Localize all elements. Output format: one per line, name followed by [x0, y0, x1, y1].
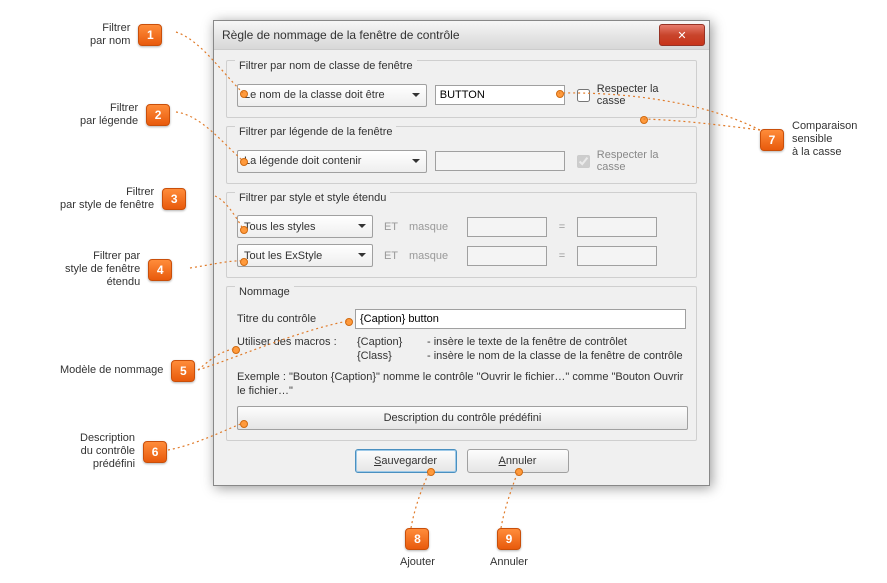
- callout-2: Filtrer par légende 2: [80, 102, 170, 128]
- callout-9-text: Annuler: [490, 556, 528, 568]
- exstyle-value-input: [577, 246, 657, 266]
- save-label-rest: auvegarder: [381, 455, 437, 467]
- group-filter-class: Filtrer par nom de classe de fenêtre Le …: [226, 60, 697, 118]
- titlebar: Règle de nommage de la fenêtre de contrô…: [214, 21, 709, 50]
- marker-9: [515, 468, 523, 476]
- callout-8-text: Ajouter: [400, 556, 435, 568]
- control-title-label: Titre du contrôle: [237, 313, 347, 325]
- exstyle-mode-select[interactable]: Tout les ExStyle: [237, 244, 373, 267]
- callout-1-text: Filtrer par nom: [90, 22, 130, 48]
- marker-1: [240, 90, 248, 98]
- marker-5b: [232, 346, 240, 354]
- caption-case-label: Respecter la casse: [597, 149, 686, 173]
- group-filter-class-title: Filtrer par nom de classe de fenêtre: [235, 60, 417, 72]
- callout-6: Description du contrôle prédéfini 6: [80, 432, 167, 472]
- style-mode-value: Tous les styles: [244, 221, 316, 233]
- exstyle-mask-input: [467, 246, 547, 266]
- dialog-title: Règle de nommage de la fenêtre de contrô…: [222, 28, 659, 42]
- macro-label: Utiliser des macros :: [237, 335, 357, 349]
- callout-1-badge: 1: [138, 24, 162, 46]
- callout-8-badge: 8: [405, 528, 429, 550]
- caption-case-checkbox: [577, 155, 590, 168]
- preset-description-label: Description du contrôle prédéfini: [384, 412, 542, 424]
- caption-match-mode-select[interactable]: La légende doit contenir: [237, 150, 427, 173]
- cancel-mnemonic: A: [499, 455, 506, 467]
- callout-5-badge: 5: [171, 360, 195, 382]
- group-naming-title: Nommage: [235, 286, 294, 298]
- class-match-mode-select[interactable]: Le nom de la classe doit être: [237, 84, 427, 107]
- callout-2-badge: 2: [146, 104, 170, 126]
- marker-4: [240, 258, 248, 266]
- callout-6-badge: 6: [143, 441, 167, 463]
- callout-8: 8 Ajouter: [400, 528, 435, 568]
- macro-help-block: Utiliser des macros : {Caption} - insère…: [237, 335, 686, 364]
- callout-9-badge: 9: [497, 528, 521, 550]
- naming-example-text: Exemple : "Bouton {Caption}" nomme le co…: [237, 370, 686, 399]
- style-mask-input: [467, 217, 547, 237]
- exstyle-mode-value: Tout les ExStyle: [244, 250, 322, 262]
- macro-class-name: {Class}: [357, 349, 427, 363]
- style-conj-label: ET: [381, 221, 401, 233]
- callout-3-text: Filtrer par style de fenêtre: [60, 186, 154, 212]
- group-filter-style-title: Filtrer par style et style étendu: [235, 192, 390, 204]
- class-case-checkbox[interactable]: [577, 89, 590, 102]
- marker-7b: [640, 116, 648, 124]
- caption-value-input: [435, 151, 565, 171]
- callout-4: Filtrer par style de fenêtre étendu 4: [65, 250, 172, 290]
- dialog-body: Filtrer par nom de classe de fenêtre Le …: [214, 50, 709, 485]
- class-case-checkbox-wrap[interactable]: Respecter la casse: [573, 83, 686, 107]
- close-button[interactable]: ✕: [659, 24, 705, 46]
- style-value-input: [577, 217, 657, 237]
- style-mask-label: masque: [409, 221, 459, 233]
- class-name-input[interactable]: [435, 85, 565, 105]
- callout-6-text: Description du contrôle prédéfini: [80, 432, 135, 472]
- control-title-input[interactable]: [355, 309, 686, 329]
- callout-1: Filtrer par nom 1: [90, 22, 162, 48]
- callout-7-text: Comparaison sensible à la casse: [792, 120, 857, 160]
- class-case-label: Respecter la casse: [597, 83, 686, 107]
- close-icon: ✕: [677, 29, 686, 42]
- marker-6: [240, 420, 248, 428]
- callout-5-text: Modèle de nommage: [60, 364, 163, 377]
- marker-5a: [345, 318, 353, 326]
- dialog-window: Règle de nommage de la fenêtre de contrô…: [213, 20, 710, 486]
- group-filter-style: Filtrer par style et style étendu Tous l…: [226, 192, 697, 278]
- callout-7-badge: 7: [760, 129, 784, 151]
- callout-4-badge: 4: [148, 259, 172, 281]
- style-eq-label: =: [555, 221, 569, 233]
- group-filter-caption: Filtrer par légende de la fenêtre La lég…: [226, 126, 697, 184]
- callout-7: Comparaison sensible à la casse 7: [760, 120, 857, 160]
- class-match-mode-value: Le nom de la classe doit être: [244, 89, 385, 101]
- exstyle-eq-label: =: [555, 250, 569, 262]
- marker-2: [240, 158, 248, 166]
- dialog-button-row: Sauvegarder Annuler: [226, 449, 697, 473]
- callout-3: Filtrer par style de fenêtre 3: [60, 186, 186, 212]
- macro-caption-name: {Caption}: [357, 335, 427, 349]
- macro-class-desc: - insère le nom de la classe de la fenêt…: [427, 349, 683, 363]
- marker-3: [240, 226, 248, 234]
- marker-7a: [556, 90, 564, 98]
- callout-3-badge: 3: [162, 188, 186, 210]
- macro-caption-desc: - insère le texte de la fenêtre de contr…: [427, 335, 627, 349]
- caption-case-checkbox-wrap: Respecter la casse: [573, 149, 686, 173]
- callout-5: Modèle de nommage 5: [60, 360, 195, 382]
- cancel-label-rest: nnuler: [506, 455, 537, 467]
- marker-8: [427, 468, 435, 476]
- callout-4-text: Filtrer par style de fenêtre étendu: [65, 250, 140, 290]
- save-button[interactable]: Sauvegarder: [355, 449, 457, 473]
- preset-description-button[interactable]: Description du contrôle prédéfini: [237, 406, 688, 430]
- caption-match-mode-value: La légende doit contenir: [244, 155, 361, 167]
- style-mode-select[interactable]: Tous les styles: [237, 215, 373, 238]
- group-naming: Nommage Titre du contrôle Utiliser des m…: [226, 286, 697, 441]
- group-filter-caption-title: Filtrer par légende de la fenêtre: [235, 126, 396, 138]
- callout-2-text: Filtrer par légende: [80, 102, 138, 128]
- exstyle-conj-label: ET: [381, 250, 401, 262]
- exstyle-mask-label: masque: [409, 250, 459, 262]
- callout-9: 9 Annuler: [490, 528, 528, 568]
